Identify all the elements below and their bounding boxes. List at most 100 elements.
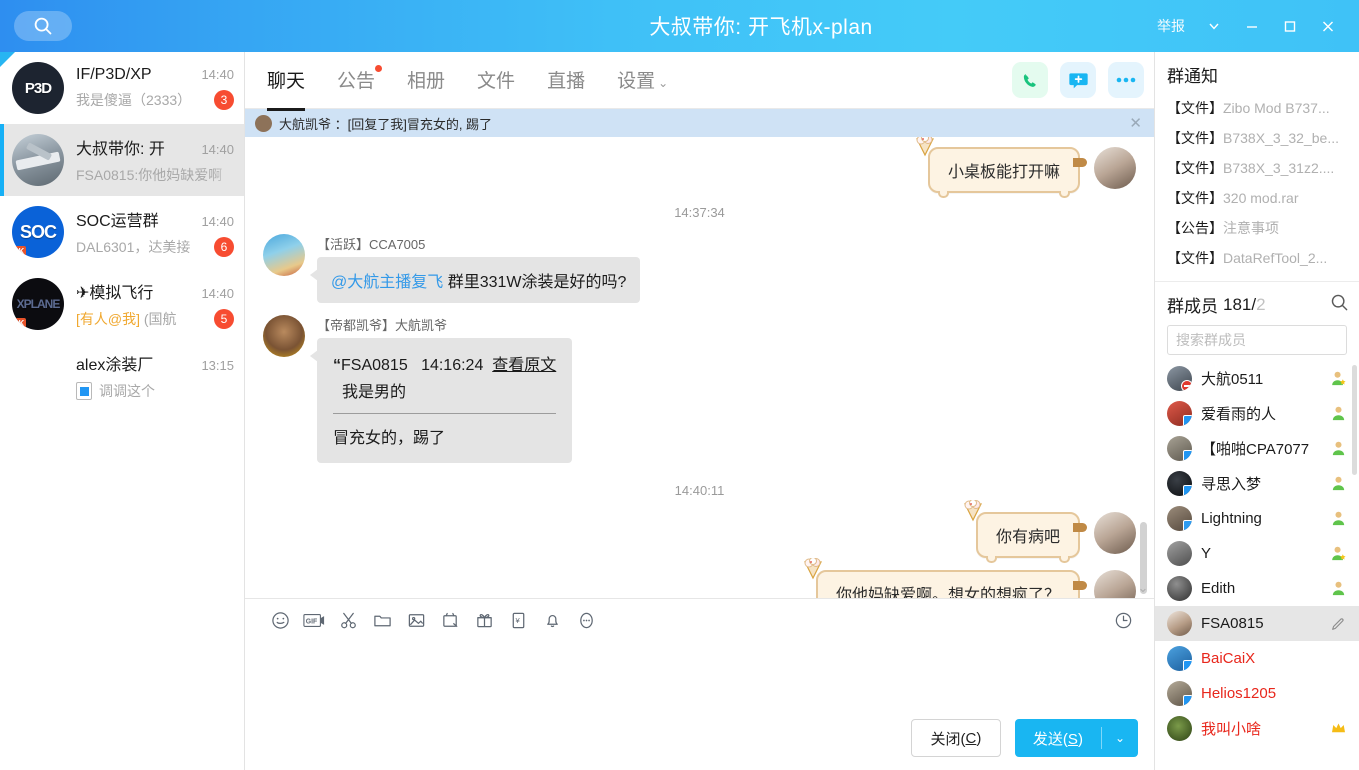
scroll-to-bottom-icon[interactable]: ⌄: [1138, 580, 1149, 596]
gift-icon[interactable]: [467, 603, 501, 637]
close-icon[interactable]: [1309, 9, 1347, 43]
search-icon[interactable]: [1330, 293, 1349, 317]
chevron-down-icon[interactable]: [1195, 9, 1233, 43]
tab-album[interactable]: 相册: [407, 66, 445, 95]
avatar[interactable]: [1094, 512, 1136, 554]
avatar[interactable]: [1094, 147, 1136, 189]
message-bubble-quote[interactable]: “FSA0815 14:16:24 查看原文 我是男的 冒充女的，踢了: [309, 338, 573, 463]
tab-chat[interactable]: 聊天: [267, 66, 306, 111]
mobile-badge-icon: [1183, 660, 1192, 671]
member-row[interactable]: 寻思入梦: [1155, 466, 1359, 501]
chat-history-icon[interactable]: [1106, 603, 1140, 637]
scissors-icon[interactable]: [331, 603, 365, 637]
message-scrollbar[interactable]: ⌄: [1136, 137, 1150, 598]
search-button[interactable]: [14, 11, 72, 41]
message-input[interactable]: [245, 641, 1154, 716]
conversation-item-0[interactable]: P3D IF/P3D/XP 14:40 我是傻逼（2333） 3: [0, 52, 244, 124]
reply-banner[interactable]: 大航凯爷 ：[回复了我]冒充女的, 踢了 ✕: [245, 109, 1154, 137]
message-row: 你他妈缺爱啊。想女的想疯了？: [263, 558, 1136, 598]
close-icon[interactable]: ✕: [1125, 114, 1146, 132]
tab-label: 公告: [337, 70, 376, 92]
conversation-item-4[interactable]: alex涂装厂 13:15 调调这个: [0, 340, 244, 412]
member-row[interactable]: BaiCaiX: [1155, 641, 1359, 676]
notice-item[interactable]: 【文件】Zibo Mod B737...: [1155, 93, 1359, 123]
emoji-icon[interactable]: [263, 603, 297, 637]
member-name: Y: [1201, 545, 1212, 562]
composer-actions: 关闭(C) 发送(S) ⌄: [245, 716, 1154, 770]
chevron-down-icon[interactable]: ⌄: [1102, 731, 1138, 745]
tab-files[interactable]: 文件: [477, 66, 515, 95]
avatar: [1167, 401, 1192, 426]
avatar: P3D: [12, 62, 64, 114]
member-row[interactable]: 【啪啪CPA7077: [1155, 431, 1359, 466]
group-notice-section: 群通知 【文件】Zibo Mod B737... 【文件】B738X_3_32_…: [1155, 52, 1359, 282]
member-search-input[interactable]: [1167, 325, 1347, 355]
member-name: 大航0511: [1201, 371, 1264, 388]
more-options-icon[interactable]: [1108, 62, 1144, 98]
message-bubble-outgoing[interactable]: 小桌板能打开嘛: [927, 147, 1088, 198]
member-name: 我叫小啥: [1201, 721, 1262, 738]
folder-icon[interactable]: [365, 603, 399, 637]
image-icon[interactable]: [399, 603, 433, 637]
member-row[interactable]: Edith: [1155, 571, 1359, 606]
avatar[interactable]: [1094, 570, 1136, 598]
member-row[interactable]: 大航0511: [1155, 361, 1359, 396]
bubble-decoration: [937, 191, 1070, 198]
title-bar: 大叔带你: 开飞机x-plan 举报: [0, 0, 1359, 52]
notice-item[interactable]: 【文件】B738X_3_32_be...: [1155, 123, 1359, 153]
member-row[interactable]: Lightning: [1155, 501, 1359, 536]
conversation-item-1[interactable]: 大叔带你: 开 14:40 FSA0815:你他妈缺爱啊: [0, 124, 244, 196]
mention-text[interactable]: @大航主播复飞: [331, 274, 443, 291]
minimize-icon[interactable]: [1233, 9, 1271, 43]
phone-icon[interactable]: [1012, 62, 1048, 98]
notice-item[interactable]: 【公告】注意事项: [1155, 213, 1359, 243]
conversation-item-2[interactable]: SOC 2K SOC运营群 14:40 DAL6301，达美接 6: [0, 196, 244, 268]
message-bubble-outgoing[interactable]: 你有病吧: [975, 512, 1088, 563]
conversation-text: 大叔带你: 开 14:40 FSA0815:你他妈缺爱啊: [64, 135, 234, 185]
view-original-link[interactable]: 查看原文: [492, 357, 556, 374]
tab-label: 文件: [477, 70, 516, 92]
tab-announcement[interactable]: 公告: [337, 64, 383, 95]
send-button[interactable]: 发送(S) ⌄: [1014, 719, 1138, 757]
member-list[interactable]: 大航0511 爱看雨的人 【啪啪CPA7077 寻思入梦 Lightning Y…: [1155, 361, 1359, 770]
notice-item[interactable]: 【文件】320 mod.rar: [1155, 183, 1359, 213]
conversation-sidebar[interactable]: P3D IF/P3D/XP 14:40 我是傻逼（2333） 3 大叔带你: 开…: [0, 52, 245, 770]
member-row[interactable]: Y: [1155, 536, 1359, 571]
tab-settings[interactable]: 设置 ⌄: [617, 66, 668, 95]
gif-icon[interactable]: GIF: [297, 603, 331, 637]
member-search-wrap: [1155, 323, 1359, 361]
member-row[interactable]: Helios1205: [1155, 676, 1359, 711]
unread-badge: 5: [214, 309, 234, 329]
qq-group-chat-window: 大叔带你: 开飞机x-plan 举报 P3D IF/P3D/XP 14:40 我…: [0, 0, 1359, 770]
member-row[interactable]: 我叫小啥: [1155, 711, 1359, 746]
message-row: 你有病吧: [263, 500, 1136, 563]
member-row[interactable]: 爱看雨的人: [1155, 396, 1359, 431]
member-row-selected[interactable]: FSA0815: [1155, 606, 1359, 641]
close-button[interactable]: 关闭(C): [910, 719, 1001, 757]
maximize-icon[interactable]: [1271, 9, 1309, 43]
crown-icon: [1327, 722, 1349, 735]
notice-item[interactable]: 【文件】B738X_3_31z2....: [1155, 153, 1359, 183]
conversation-item-3[interactable]: XPLANE 2K ✈模拟飞行 14:40 [有人@我] (国航 5: [0, 268, 244, 340]
message-bubble-outgoing[interactable]: 你他妈缺爱啊。想女的想疯了？: [815, 570, 1088, 598]
add-member-icon[interactable]: [1060, 62, 1096, 98]
at-mention-marker: [有人@我]: [76, 311, 140, 327]
bell-icon[interactable]: [535, 603, 569, 637]
avatar[interactable]: [263, 315, 305, 357]
quote-body: 我是男的: [342, 384, 407, 401]
quote-time: 14:16:24: [421, 357, 484, 374]
member-scrollbar[interactable]: [1352, 365, 1357, 475]
avatar: [1167, 506, 1192, 531]
more-icon[interactable]: [569, 603, 603, 637]
red-packet-icon[interactable]: ¥: [501, 603, 535, 637]
member-name: BaiCaiX: [1201, 650, 1256, 667]
report-button[interactable]: 举报: [1157, 16, 1185, 36]
message-bubble-incoming[interactable]: @大航主播复飞 群里331W涂装是好的吗?: [309, 257, 641, 303]
conversation-preview: 我是傻逼（2333）: [76, 92, 192, 108]
chevron-down-icon: ⌄: [658, 75, 669, 90]
notice-item[interactable]: 【文件】DataRefTool_2...: [1155, 243, 1359, 273]
edit-nickname-icon[interactable]: [1327, 616, 1349, 632]
screenshot-icon[interactable]: [433, 603, 467, 637]
tab-live[interactable]: 直播: [547, 66, 585, 95]
avatar[interactable]: [263, 234, 305, 276]
